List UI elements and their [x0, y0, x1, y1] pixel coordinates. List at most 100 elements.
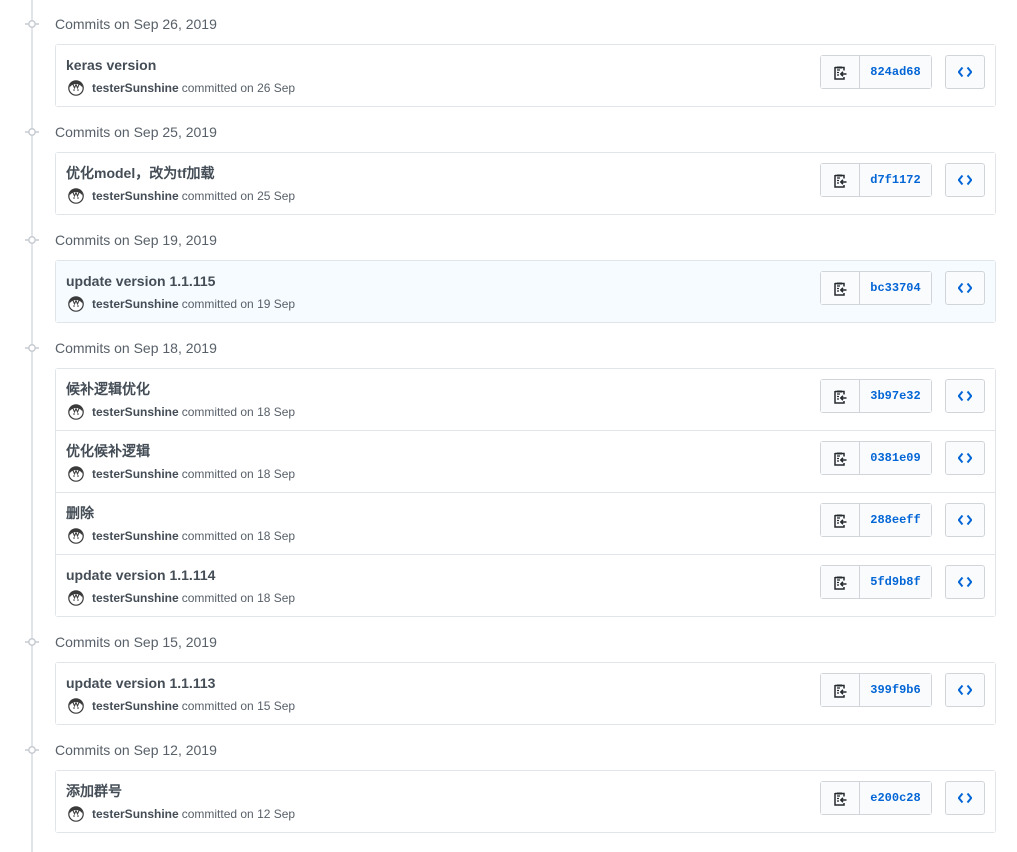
- sha-button-group: d7f1172: [820, 163, 932, 197]
- commit-meta: testerSunshine committed on 26 Sep: [68, 79, 295, 97]
- copy-sha-button[interactable]: [821, 442, 860, 474]
- copy-sha-button[interactable]: [821, 782, 860, 814]
- copy-sha-button[interactable]: [821, 674, 860, 706]
- avatar-icon[interactable]: [68, 805, 84, 823]
- browse-repo-button[interactable]: [945, 271, 985, 305]
- commit-message-link[interactable]: 优化model，改为tf加载: [66, 164, 215, 182]
- commit-group-header: Commits on Sep 12, 2019: [0, 730, 1017, 770]
- commit-row: update version 1.1.115 testerSunshine co…: [56, 261, 995, 322]
- code-icon: [958, 514, 972, 526]
- commit-sha-link[interactable]: 0381e09: [860, 442, 931, 474]
- commit-list: keras version testerSunshine committed o…: [55, 44, 996, 107]
- commit-author-link[interactable]: testerSunshine: [92, 297, 179, 311]
- avatar-icon[interactable]: [68, 403, 84, 421]
- commit-group-title: Commits on Sep 12, 2019: [55, 742, 217, 758]
- copy-sha-button[interactable]: [821, 380, 860, 412]
- clippy-icon: [834, 792, 847, 806]
- commit-list: update version 1.1.115 testerSunshine co…: [55, 260, 996, 323]
- commit-message-link[interactable]: keras version: [66, 56, 156, 74]
- avatar-icon[interactable]: [68, 465, 84, 483]
- avatar-icon[interactable]: [68, 79, 84, 97]
- commit-sha-link[interactable]: e200c28: [860, 782, 931, 814]
- avatar-icon[interactable]: [68, 295, 84, 313]
- browse-repo-button[interactable]: [945, 565, 985, 599]
- clippy-icon: [834, 576, 847, 590]
- commit-group-header: Commits on Sep 18, 2019: [0, 328, 1017, 368]
- commit-group: Commits on Sep 18, 2019 候补逻辑优化 testerSun…: [0, 328, 1017, 617]
- commit-author-link[interactable]: testerSunshine: [92, 699, 179, 713]
- commit-message-link[interactable]: 添加群号: [66, 782, 122, 800]
- git-commit-icon: [25, 344, 39, 352]
- commit-date: committed on 18 Sep: [181, 405, 296, 419]
- commit-group: Commits on Sep 15, 2019 update version 1…: [0, 622, 1017, 725]
- copy-sha-button[interactable]: [821, 164, 860, 196]
- code-icon: [958, 390, 972, 402]
- avatar-icon[interactable]: [68, 187, 84, 205]
- browse-repo-button[interactable]: [945, 163, 985, 197]
- commit-list: 优化model，改为tf加载 testerSunshine committed …: [55, 152, 996, 215]
- commit-sha-link[interactable]: 824ad68: [860, 56, 931, 88]
- commit-meta: testerSunshine committed on 25 Sep: [68, 187, 295, 205]
- commit-message-link[interactable]: update version 1.1.114: [66, 566, 215, 584]
- commit-message-link[interactable]: update version 1.1.115: [66, 272, 215, 290]
- sha-button-group: 3b97e32: [820, 379, 932, 413]
- copy-sha-button[interactable]: [821, 566, 860, 598]
- commit-group-title: Commits on Sep 25, 2019: [55, 124, 217, 140]
- commit-date: committed on 12 Sep: [181, 807, 296, 821]
- commit-author-link[interactable]: testerSunshine: [92, 807, 179, 821]
- commit-sha-link[interactable]: 288eeff: [860, 504, 931, 536]
- commit-author-link[interactable]: testerSunshine: [92, 529, 179, 543]
- commit-list: 候补逻辑优化 testerSunshine committed on 18 Se…: [55, 368, 996, 617]
- avatar-icon[interactable]: [68, 527, 84, 545]
- avatar-icon[interactable]: [68, 589, 84, 607]
- sha-button-group: 824ad68: [820, 55, 932, 89]
- commit-group: Commits on Sep 26, 2019 keras version te…: [0, 4, 1017, 107]
- commit-author-link[interactable]: testerSunshine: [92, 591, 179, 605]
- commit-sha-link[interactable]: 5fd9b8f: [860, 566, 931, 598]
- clippy-icon: [834, 684, 847, 698]
- commit-sha-link[interactable]: d7f1172: [860, 164, 931, 196]
- commit-row: 删除 testerSunshine committed on 18 Sep 28…: [56, 492, 995, 554]
- commit-list: 添加群号 testerSunshine committed on 12 Sep: [55, 770, 996, 833]
- copy-sha-button[interactable]: [821, 272, 860, 304]
- commit-group-header: Commits on Sep 25, 2019: [0, 112, 1017, 152]
- commit-date: committed on 26 Sep: [181, 81, 296, 95]
- clippy-icon: [834, 174, 847, 188]
- browse-repo-button[interactable]: [945, 379, 985, 413]
- commit-group-title: Commits on Sep 15, 2019: [55, 634, 217, 650]
- commit-date: committed on 18 Sep: [181, 467, 296, 481]
- commit-group: Commits on Sep 12, 2019 添加群号 testerSunsh…: [0, 730, 1017, 833]
- clippy-icon: [834, 390, 847, 404]
- commit-message-link[interactable]: 候补逻辑优化: [66, 380, 150, 398]
- commit-meta: testerSunshine committed on 15 Sep: [68, 697, 295, 715]
- git-commit-icon: [25, 20, 39, 28]
- browse-repo-button[interactable]: [945, 673, 985, 707]
- commit-date: committed on 18 Sep: [181, 529, 296, 543]
- commit-row: 添加群号 testerSunshine committed on 12 Sep: [56, 771, 995, 832]
- commit-message-link[interactable]: 优化候补逻辑: [66, 442, 150, 460]
- code-icon: [958, 684, 972, 696]
- commit-sha-link[interactable]: 3b97e32: [860, 380, 931, 412]
- browse-repo-button[interactable]: [945, 781, 985, 815]
- commit-author-link[interactable]: testerSunshine: [92, 467, 179, 481]
- commit-group-title: Commits on Sep 19, 2019: [55, 232, 217, 248]
- commit-row: keras version testerSunshine committed o…: [56, 45, 995, 106]
- commit-author-link[interactable]: testerSunshine: [92, 81, 179, 95]
- commit-author-link[interactable]: testerSunshine: [92, 405, 179, 419]
- git-commit-icon: [25, 746, 39, 754]
- commit-sha-link[interactable]: bc33704: [860, 272, 931, 304]
- copy-sha-button[interactable]: [821, 56, 860, 88]
- commit-message-link[interactable]: 删除: [66, 504, 94, 522]
- commit-meta: testerSunshine committed on 18 Sep: [68, 589, 295, 607]
- browse-repo-button[interactable]: [945, 441, 985, 475]
- browse-repo-button[interactable]: [945, 503, 985, 537]
- commit-sha-link[interactable]: 399f9b6: [860, 674, 931, 706]
- copy-sha-button[interactable]: [821, 504, 860, 536]
- avatar-icon[interactable]: [68, 697, 84, 715]
- code-icon: [958, 576, 972, 588]
- browse-repo-button[interactable]: [945, 55, 985, 89]
- commit-message-link[interactable]: update version 1.1.113: [66, 674, 215, 692]
- commit-meta: testerSunshine committed on 12 Sep: [68, 805, 295, 823]
- commit-date: committed on 25 Sep: [181, 189, 296, 203]
- commit-author-link[interactable]: testerSunshine: [92, 189, 179, 203]
